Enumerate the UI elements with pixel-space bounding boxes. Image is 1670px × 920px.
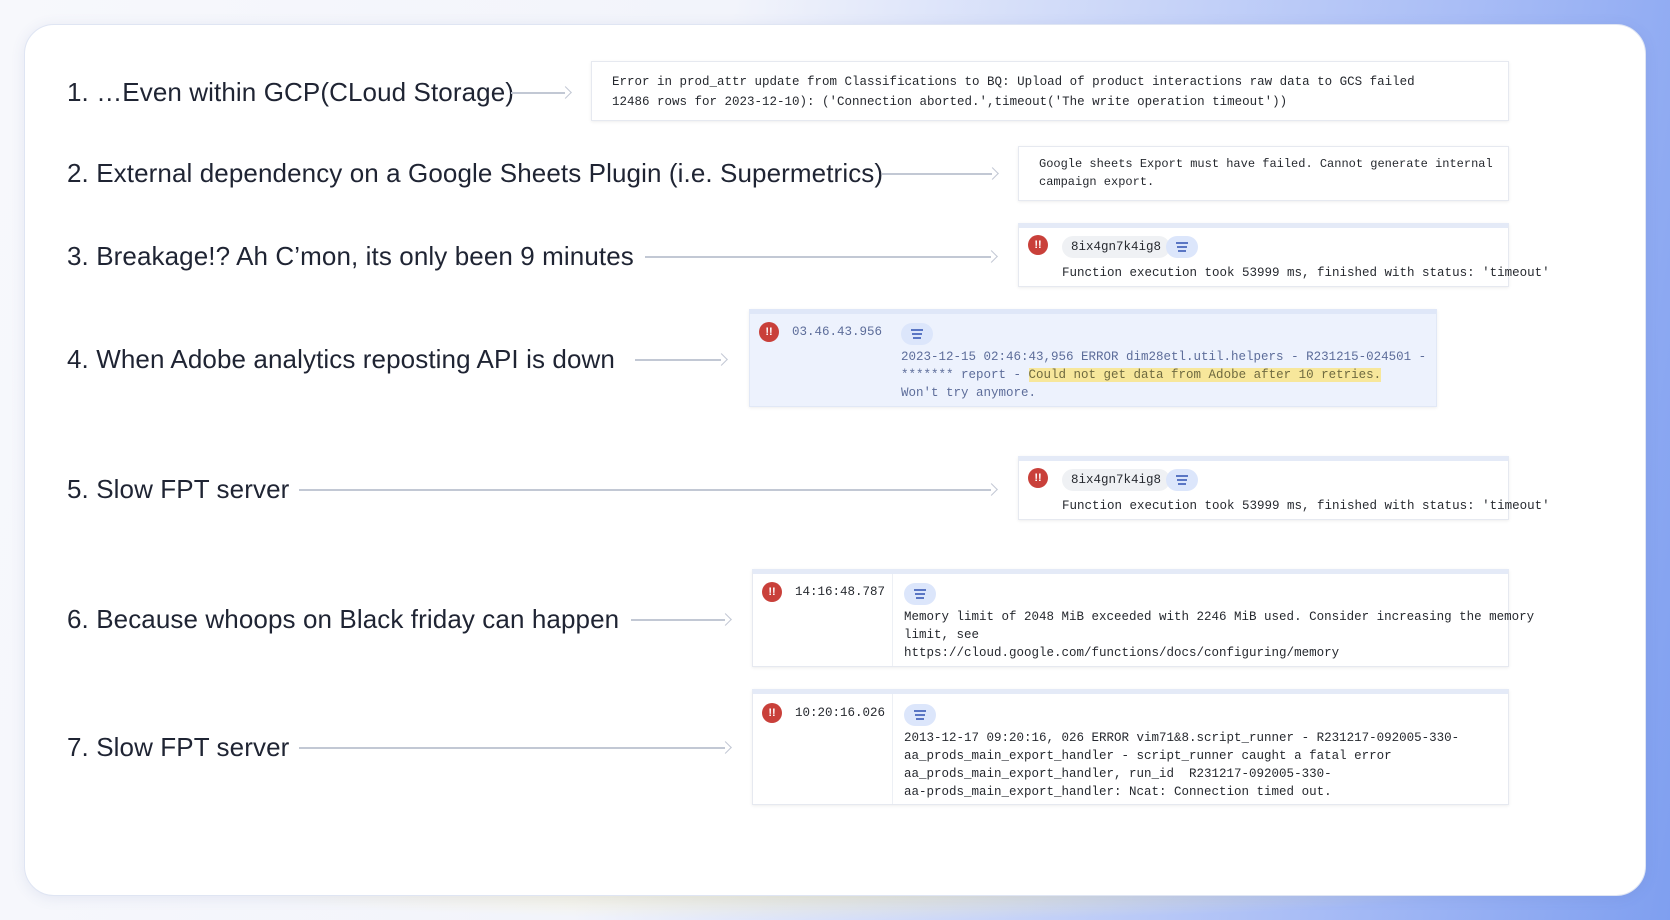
log-1-line-1: Error in prod_attr update from Classific… (612, 75, 1415, 89)
log-panel-7: !! 10:20:16.026 2013-12-17 09:20:16, 026… (752, 689, 1509, 805)
log-1-line-2: 12486 rows for 2023-12-10): ('Connection… (612, 95, 1288, 109)
item-3-label: 3. Breakage!? Ah C’mon, its only been 9 … (67, 241, 634, 271)
item-1-label: 1. …Even within GCP(CLoud Storage) (67, 77, 515, 107)
arrow-right-icon (635, 353, 728, 367)
arrow-right-icon (511, 86, 572, 100)
log-6-line-2: limit, see (904, 628, 980, 642)
log-panel-2: Google sheets Export must have failed. C… (1018, 146, 1509, 201)
log-panel-3: !! 8ix4gn7k4ig8 Function execution took … (1018, 223, 1550, 287)
log-panel-5: !! 8ix4gn7k4ig8 Function execution took … (1018, 456, 1550, 520)
filter-icon[interactable] (901, 323, 933, 345)
arrow-right-icon (645, 250, 998, 264)
execution-id-chip[interactable]: 8ix4gn7k4ig8 (1062, 469, 1171, 491)
divider (892, 694, 893, 804)
log-7-line-1: 2013-12-17 09:20:16, 026 ERROR vim71&8.s… (904, 731, 1460, 745)
item-5-label: 5. Slow FPT server (67, 474, 290, 504)
filter-icon[interactable] (1166, 236, 1198, 258)
slide-card: 1. …Even within GCP(CLoud Storage) Error… (24, 24, 1646, 896)
log-5-message: Function execution took 53999 ms, finish… (1062, 499, 1550, 513)
log-4-highlight: Could not get data from Adobe after 10 r… (1028, 368, 1382, 382)
item-6-label: 6. Because whoops on Black friday can ha… (67, 604, 620, 634)
item-7-label: 7. Slow FPT server (67, 732, 290, 762)
log-7-line-3: aa_prods_main_export_handler, run_id R23… (904, 767, 1332, 781)
arrow-right-icon (299, 741, 732, 755)
log-4-timestamp: 03.46.43.956 (792, 325, 883, 339)
log-3-message: Function execution took 53999 ms, finish… (1062, 266, 1550, 280)
filter-icon[interactable] (904, 583, 936, 605)
log-2-line-2: campaign export. (1039, 175, 1155, 189)
log-4-line-2: ******* report - Could not get data from… (901, 366, 1382, 384)
log-4-line-3: Won't try anymore. (901, 386, 1037, 400)
filter-icon[interactable] (1166, 469, 1198, 491)
arrow-right-icon (882, 167, 999, 181)
error-icon: !! (759, 322, 779, 342)
arrow-right-icon (631, 613, 732, 627)
arrow-right-icon (299, 483, 998, 497)
log-6-link[interactable]: https://cloud.google.com/functions/docs/… (904, 644, 1339, 662)
log-7-line-4: aa-prods_main_export_handler: Ncat: Conn… (904, 785, 1332, 799)
item-2-label: 2. External dependency on a Google Sheet… (67, 158, 884, 188)
log-4-line-2-prefix: ******* report - (901, 368, 1029, 382)
log-7-line-2: aa_prods_main_export_handler - script_ru… (904, 749, 1392, 763)
log-panel-6: !! 14:16:48.787 Memory limit of 2048 MiB… (752, 569, 1534, 667)
error-icon: !! (762, 582, 782, 602)
error-icon: !! (1028, 468, 1048, 488)
error-icon: !! (762, 703, 782, 723)
error-icon: !! (1028, 235, 1048, 255)
log-2-line-1: Google sheets Export must have failed. C… (1039, 157, 1493, 171)
log-4-line-1: 2023-12-15 02:46:43,956 ERROR dim28etl.u… (901, 350, 1427, 364)
log-panel-1: Error in prod_attr update from Classific… (591, 61, 1509, 121)
log-6-line-1: Memory limit of 2048 MiB exceeded with 2… (904, 610, 1535, 624)
item-4-label: 4. When Adobe analytics reposting API is… (67, 344, 615, 374)
execution-id-chip[interactable]: 8ix4gn7k4ig8 (1062, 236, 1171, 258)
divider (892, 574, 893, 666)
log-panel-4: !! 03.46.43.956 2023-12-15 02:46:43,956 … (749, 309, 1437, 407)
filter-icon[interactable] (904, 704, 936, 726)
log-6-timestamp: 14:16:48.787 (795, 585, 886, 599)
log-7-timestamp: 10:20:16.026 (795, 706, 886, 720)
